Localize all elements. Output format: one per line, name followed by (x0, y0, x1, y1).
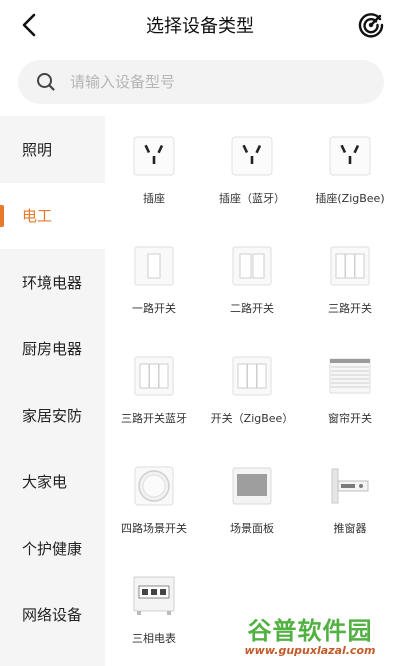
watermark: 谷普软件园 www.gupuxlazal.com (220, 610, 400, 666)
device-label: 推窗器 (333, 522, 367, 535)
device-label: 四路场景开关 (121, 522, 187, 535)
device-item-socket-zigbee[interactable]: 插座(ZigBee) (301, 116, 399, 226)
sidebar-item-label: 网络设备 (22, 606, 83, 625)
sidebar-item-lighting[interactable]: 照明 (0, 116, 105, 183)
socket-icon (132, 136, 176, 176)
device-label: 二路开关 (230, 302, 274, 315)
electric-meter-icon (132, 576, 176, 616)
device-label: 一路开关 (132, 302, 176, 315)
three-gang-switch-icon (230, 356, 274, 396)
watermark-url: www.gupuxlazal.com (244, 644, 376, 657)
device-item-four-scene-switch[interactable]: 四路场景开关 (105, 446, 203, 556)
sidebar-item-label: 家居安防 (22, 406, 83, 425)
device-label: 三路开关蓝牙 (121, 412, 187, 425)
device-label: 三路开关 (328, 302, 372, 315)
three-gang-switch-icon (132, 356, 176, 396)
device-item-scene-panel[interactable]: 场景面板 (203, 446, 301, 556)
device-item-one-gang-switch[interactable]: 一路开关 (105, 226, 203, 336)
search-icon (36, 72, 56, 92)
device-item-socket-bluetooth[interactable]: 插座（蓝牙） (203, 116, 301, 226)
device-grid: 插座 插座（蓝牙） 插座(ZigBee) 一路开关 二路开关 三路开关 三路开关… (105, 116, 400, 666)
search-bar[interactable] (18, 60, 384, 104)
window-pusher-icon (328, 466, 372, 506)
category-sidebar: 照明 电工 环境电器 厨房电器 家居安防 大家电 个护健康 网络设备 (0, 116, 105, 666)
page-title: 选择设备类型 (146, 16, 254, 37)
sidebar-item-environment[interactable]: 环境电器 (0, 249, 105, 316)
socket-icon (328, 136, 372, 176)
search-input[interactable] (70, 73, 350, 91)
sidebar-item-label: 厨房电器 (22, 340, 83, 359)
device-label: 场景面板 (230, 522, 274, 535)
device-label: 三相电表 (132, 632, 176, 645)
sidebar-item-network[interactable]: 网络设备 (0, 582, 105, 649)
device-item-two-gang-switch[interactable]: 二路开关 (203, 226, 301, 336)
device-item-switch-zigbee[interactable]: 开关（ZigBee） (203, 336, 301, 446)
watermark-title: 谷普软件园 (247, 617, 373, 645)
socket-icon (230, 136, 274, 176)
one-gang-switch-icon (132, 246, 176, 286)
device-item-curtain-switch[interactable]: 窗帘开关 (301, 336, 399, 446)
sidebar-item-large-appliance[interactable]: 大家电 (0, 449, 105, 516)
device-label: 插座（蓝牙） (219, 192, 285, 205)
sidebar-item-label: 电工 (22, 207, 53, 226)
device-item-three-gang-switch-bluetooth[interactable]: 三路开关蓝牙 (105, 336, 203, 446)
device-item-three-gang-switch[interactable]: 三路开关 (301, 226, 399, 336)
curtain-switch-icon (328, 356, 372, 396)
round-scene-switch-icon (132, 466, 176, 506)
device-label: 开关（ZigBee） (210, 412, 294, 425)
device-item-socket[interactable]: 插座 (105, 116, 203, 226)
sidebar-item-label: 环境电器 (22, 273, 83, 292)
device-item-three-phase-meter[interactable]: 三相电表 (105, 556, 203, 666)
sidebar-item-personal-care[interactable]: 个护健康 (0, 515, 105, 582)
scan-button[interactable] (356, 10, 386, 40)
sidebar-item-kitchen[interactable]: 厨房电器 (0, 316, 105, 383)
sidebar-item-home-security[interactable]: 家居安防 (0, 382, 105, 449)
device-item-window-pusher[interactable]: 推窗器 (301, 446, 399, 556)
radar-scan-icon (358, 13, 384, 38)
device-label: 插座(ZigBee) (315, 192, 385, 205)
sidebar-item-label: 大家电 (22, 473, 68, 492)
sidebar-item-electrical[interactable]: 电工 (0, 182, 105, 249)
device-label: 插座 (143, 192, 165, 205)
header: 选择设备类型 (0, 0, 400, 50)
three-gang-switch-icon (328, 246, 372, 286)
sidebar-item-label: 个护健康 (22, 539, 83, 558)
scene-panel-icon (230, 466, 274, 506)
sidebar-item-label: 照明 (22, 140, 53, 159)
two-gang-switch-icon (230, 246, 274, 286)
device-label: 窗帘开关 (328, 412, 372, 425)
